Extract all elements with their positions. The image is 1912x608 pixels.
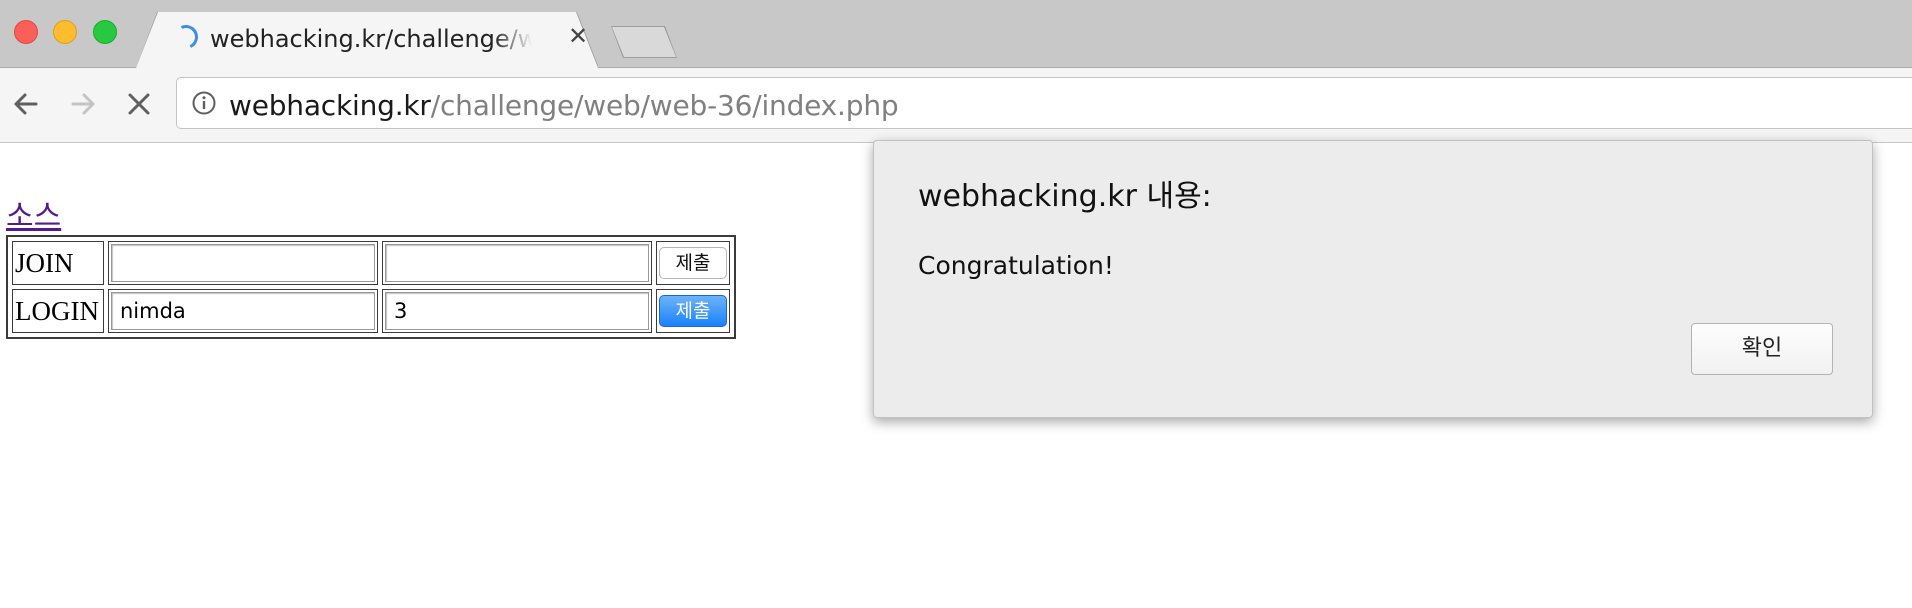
join-label: JOIN [12, 241, 104, 285]
dialog-ok-button[interactable]: 확인 [1691, 323, 1833, 375]
browser-toolbar: webhacking.kr/challenge/web/web-36/index… [0, 68, 1912, 143]
challenge-form-table: JOIN 제출 LOGIN nimda 3 제출 [6, 235, 736, 339]
dialog-title: webhacking.kr 내용: [918, 179, 1212, 214]
join-row: JOIN 제출 [12, 241, 730, 285]
url-text: webhacking.kr/challenge/web/web-36/index… [229, 89, 899, 122]
login-row: LOGIN nimda 3 제출 [12, 289, 730, 333]
tab-title: webhacking.kr/challenge/web/web-36/index… [210, 25, 532, 53]
url-path: /challenge/web/web-36/index.php [430, 89, 899, 122]
stop-button[interactable] [119, 84, 159, 124]
login-password-input[interactable]: 3 [385, 292, 649, 330]
arrow-right-icon [71, 93, 95, 115]
dialog-message: Congratulation! [918, 251, 1114, 280]
alert-dialog: webhacking.kr 내용: Congratulation! 확인 [873, 140, 1873, 418]
minimize-window-button[interactable] [53, 20, 77, 44]
zoom-window-button[interactable] [93, 20, 117, 44]
join-password-input[interactable] [385, 244, 649, 282]
info-icon[interactable] [191, 90, 217, 116]
url-host: webhacking.kr [229, 89, 431, 122]
tab-strip: webhacking.kr/challenge/web/web-36/index… [0, 0, 1912, 68]
login-id-input[interactable]: nimda [111, 292, 375, 330]
close-icon [128, 93, 150, 115]
close-icon[interactable]: ✕ [566, 24, 590, 48]
join-submit-button[interactable]: 제출 [659, 247, 727, 279]
login-submit-button[interactable]: 제출 [659, 295, 727, 327]
address-bar[interactable]: webhacking.kr/challenge/web/web-36/index… [176, 77, 1912, 129]
join-id-input[interactable] [111, 244, 375, 282]
arrow-left-icon [14, 93, 38, 115]
forward-button[interactable] [63, 84, 103, 124]
back-button[interactable] [6, 84, 46, 124]
login-label: LOGIN [12, 289, 104, 333]
close-window-button[interactable] [14, 20, 38, 44]
source-link[interactable]: 소스 [6, 191, 61, 235]
active-tab[interactable]: webhacking.kr/challenge/web/web-36/index… [136, 12, 598, 68]
